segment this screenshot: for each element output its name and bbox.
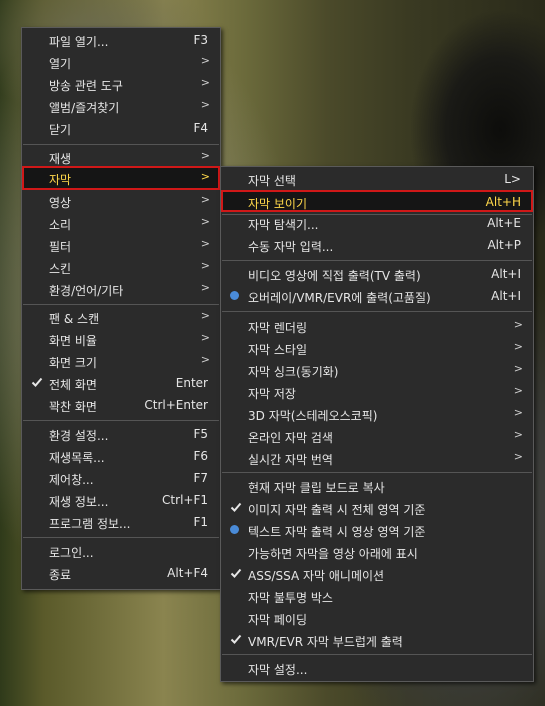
checkmark-icon (230, 634, 242, 644)
menu-item-image-subtitle-full-area[interactable]: 이미지 자막 출력 시 전체 영역 기준 (221, 497, 533, 519)
menu-item-pan-scan[interactable]: 팬 & 스캔 > (22, 306, 220, 328)
menu-item-album-favorites[interactable]: 앨범/즐겨찾기 > (22, 95, 220, 117)
menu-item-subtitles[interactable]: 자막 > (22, 166, 220, 190)
menu-item-broadcast-tools[interactable]: 방송 관련 도구 > (22, 73, 220, 95)
context-menu-subtitles: 자막 선택 L> 자막 보이기 Alt+H 자막 탐색기... Alt+E 수동 자막… (220, 166, 534, 682)
submenu-arrow-icon: > (200, 353, 210, 366)
menu-item-audio[interactable]: 소리 > (22, 212, 220, 234)
submenu-arrow-icon: > (200, 170, 210, 183)
submenu-arrow-icon: > (513, 340, 523, 353)
menu-item-filter[interactable]: 필터 > (22, 234, 220, 256)
menu-separator (222, 311, 532, 312)
menu-item-online-subtitle-search[interactable]: 온라인 자막 검색 > (221, 425, 533, 447)
menu-item-subtitle-below-video[interactable]: 가능하면 자막을 영상 아래에 표시 (221, 541, 533, 563)
submenu-arrow-icon: > (200, 193, 210, 206)
menu-item-playlist[interactable]: 재생목록... F6 (22, 445, 220, 467)
menu-item-fill-screen[interactable]: 꽉찬 화면 Ctrl+Enter (22, 394, 220, 416)
menu-item-ass-ssa-animation[interactable]: ASS/SSA 자막 애니메이션 (221, 563, 533, 585)
menu-item-playback[interactable]: 재생 > (22, 146, 220, 168)
menu-item-aspect-ratio[interactable]: 화면 비율 > (22, 328, 220, 350)
submenu-arrow-icon: > (200, 259, 210, 272)
checkmark-icon (230, 568, 242, 578)
menu-separator (23, 144, 219, 145)
menu-item-copy-subtitle-clipboard[interactable]: 현재 자막 클립 보드로 복사 (221, 475, 533, 497)
menu-separator (23, 420, 219, 421)
menu-separator (23, 304, 219, 305)
menu-item-open-file[interactable]: 파일 열기... F3 (22, 29, 220, 51)
menu-item-control-panel[interactable]: 제어창... F7 (22, 467, 220, 489)
menu-separator (222, 472, 532, 473)
submenu-arrow-icon: > (513, 384, 523, 397)
menu-separator (23, 537, 219, 538)
menu-item-login[interactable]: 로그인... (22, 540, 220, 562)
submenu-arrow-icon: > (513, 428, 523, 441)
menu-item-subtitle-style[interactable]: 자막 스타일 > (221, 337, 533, 359)
menu-item-vmr-evr-smooth[interactable]: VMR/EVR 자막 부드럽게 출력 (221, 629, 533, 651)
menu-item-playback-info[interactable]: 재생 정보... Ctrl+F1 (22, 489, 220, 511)
submenu-arrow-icon: > (200, 309, 210, 322)
menu-item-open[interactable]: 열기 > (22, 51, 220, 73)
menu-item-subtitle-settings[interactable]: 자막 설정... (221, 657, 533, 679)
submenu-arrow-icon: > (200, 54, 210, 67)
menu-item-preferences[interactable]: 환경 설정... F5 (22, 423, 220, 445)
menu-item-realtime-translation[interactable]: 실시간 자막 번역 > (221, 447, 533, 469)
menu-item-subtitle-rendering[interactable]: 자막 렌더링 > (221, 315, 533, 337)
menu-item-direct-output-tv[interactable]: 비디오 영상에 직접 출력(TV 출력) Alt+I (221, 263, 533, 285)
menu-item-exit[interactable]: 종료 Alt+F4 (22, 562, 220, 584)
submenu-arrow-icon: > (513, 362, 523, 375)
submenu-arrow-icon: > (513, 450, 523, 463)
checkmark-icon (230, 502, 242, 512)
menu-item-environment-language[interactable]: 환경/언어/기타 > (22, 278, 220, 300)
menu-item-opaque-box[interactable]: 자막 불투명 박스 (221, 585, 533, 607)
menu-item-subtitle-explorer[interactable]: 자막 탐색기... Alt+E (221, 212, 533, 234)
submenu-arrow-icon: > (200, 76, 210, 89)
menu-item-manual-subtitle-input[interactable]: 수동 자막 입력... Alt+P (221, 234, 533, 256)
context-menu-main: 파일 열기... F3 열기 > 방송 관련 도구 > 앨범/즐겨찾기 > 닫기 F4 재… (21, 27, 221, 590)
menu-item-overlay-output[interactable]: 오버레이/VMR/EVR에 출력(고품질) Alt+I (221, 285, 533, 307)
submenu-arrow-icon: > (200, 98, 210, 111)
menu-item-close[interactable]: 닫기 F4 (22, 117, 220, 139)
menu-separator (222, 654, 532, 655)
menu-item-subtitle-sync[interactable]: 자막 싱크(동기화) > (221, 359, 533, 381)
submenu-arrow-icon: > (513, 406, 523, 419)
radio-selected-icon (230, 525, 239, 534)
menu-item-program-info[interactable]: 프로그램 정보... F1 (22, 511, 220, 533)
menu-item-screen-size[interactable]: 화면 크기 > (22, 350, 220, 372)
submenu-arrow-icon: > (200, 281, 210, 294)
menu-item-text-subtitle-video-area[interactable]: 텍스트 자막 출력 시 영상 영역 기준 (221, 519, 533, 541)
menu-item-3d-subtitles[interactable]: 3D 자막(스테레오스코픽) > (221, 403, 533, 425)
menu-separator (222, 260, 532, 261)
submenu-arrow-icon: > (200, 215, 210, 228)
menu-item-subtitle-select[interactable]: 자막 선택 L> (221, 168, 533, 190)
submenu-arrow-icon: > (200, 237, 210, 250)
menu-item-show-subtitles[interactable]: 자막 보이기 Alt+H (221, 190, 533, 212)
menu-item-skin[interactable]: 스킨 > (22, 256, 220, 278)
menu-item-fullscreen[interactable]: 전체 화면 Enter (22, 372, 220, 394)
submenu-arrow-icon: > (200, 331, 210, 344)
radio-selected-icon (230, 291, 239, 300)
submenu-arrow-icon: > (513, 318, 523, 331)
menu-item-subtitle-fading[interactable]: 자막 페이딩 (221, 607, 533, 629)
menu-item-subtitle-save[interactable]: 자막 저장 > (221, 381, 533, 403)
menu-item-video[interactable]: 영상 > (22, 190, 220, 212)
checkmark-icon (31, 377, 43, 387)
submenu-arrow-icon: > (200, 149, 210, 162)
